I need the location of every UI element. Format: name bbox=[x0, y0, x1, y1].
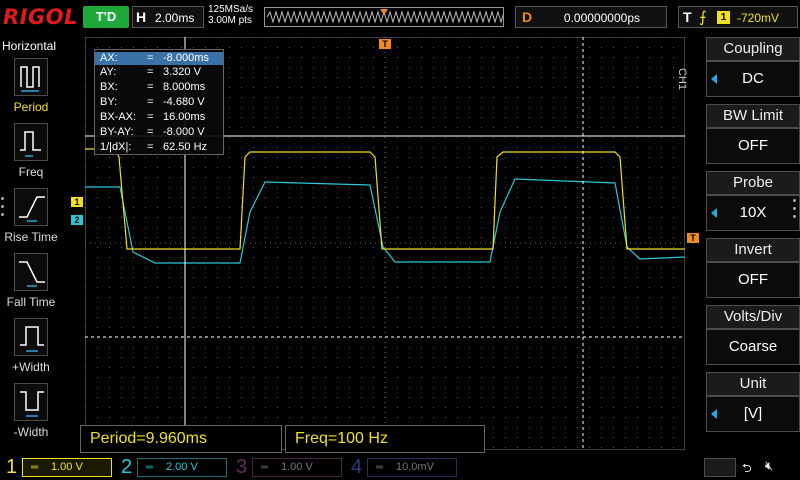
memory-overview-bar[interactable] bbox=[264, 7, 514, 27]
menu-item-label: Period bbox=[13, 100, 49, 114]
dc-coupling-icon: ═ bbox=[261, 462, 269, 473]
timebase-value: 2.00ms bbox=[155, 11, 195, 25]
brand-logo: RIGOL bbox=[3, 5, 78, 29]
menu-item-volts-div[interactable]: Volts/Div Coarse bbox=[706, 305, 800, 367]
menu-item-rise-time[interactable]: Rise Time bbox=[0, 188, 62, 250]
cursor-row: BY-AY: = -8.000 V bbox=[100, 126, 205, 138]
measurement-period[interactable]: Period=9.960ms bbox=[80, 425, 282, 453]
cursor-row: BY: = -4.680 V bbox=[100, 96, 205, 108]
menu-item-unit[interactable]: Unit [V] bbox=[706, 372, 800, 434]
timebase-box[interactable]: H 2.00ms bbox=[132, 6, 204, 28]
channel-number: 3 bbox=[236, 456, 248, 478]
menu-item-value: OFF bbox=[706, 128, 800, 164]
channel-scale-box: ═ 2.00 V bbox=[137, 458, 227, 477]
channel-number: 4 bbox=[351, 456, 363, 478]
trigger-label: T bbox=[683, 9, 692, 25]
menu-item-value: OFF bbox=[706, 262, 800, 298]
positive-width-icon bbox=[14, 318, 48, 356]
channel-scale-box: ═ 1.00 V bbox=[252, 458, 342, 477]
horizontal-measure-menu: Horizontal Period Freq Rise Time Fall Ti… bbox=[0, 36, 62, 454]
channel-scale: 1.00 V bbox=[281, 461, 313, 473]
menu-item-label: -Width bbox=[13, 425, 49, 439]
channel-settings-menu: Coupling DC BW Limit OFF Probe 10X Inver… bbox=[700, 37, 800, 454]
horizontal-label: H bbox=[136, 9, 147, 25]
delay-label: D bbox=[522, 9, 533, 25]
menu-item-label: Rise Time bbox=[4, 230, 58, 244]
period-icon bbox=[14, 58, 48, 96]
dc-coupling-icon: ═ bbox=[31, 462, 39, 473]
menu-item-period[interactable]: Period bbox=[0, 58, 62, 120]
dc-coupling-icon: ═ bbox=[146, 462, 154, 473]
channel-number: 2 bbox=[121, 456, 133, 478]
channel-1-offset-marker[interactable]: 1 bbox=[71, 197, 83, 207]
trigger-source: 1 bbox=[717, 11, 730, 24]
channel-scale-box: ═ 1.00 V bbox=[22, 458, 112, 477]
fall-time-icon bbox=[14, 253, 48, 291]
menu-item-label: +Width bbox=[12, 360, 50, 374]
delay-value: 0.00000000ps bbox=[563, 11, 640, 25]
channel-2-offset-marker[interactable]: 2 bbox=[71, 215, 83, 225]
menu-item-title: Volts/Div bbox=[706, 305, 800, 329]
menu-page-indicator bbox=[793, 199, 797, 229]
rising-edge-icon: ⨍ bbox=[699, 9, 707, 26]
frequency-icon bbox=[14, 123, 48, 161]
menu-item-value: [V] bbox=[706, 396, 800, 432]
menu-item-label: Freq bbox=[18, 165, 44, 179]
menu-item-title: Unit bbox=[706, 372, 800, 396]
channel-scale: 2.00 V bbox=[166, 461, 198, 473]
top-status-bar: RIGOL T'D H 2.00ms 125MSa/s 3.00M pts D … bbox=[0, 0, 800, 36]
menu-item-positive-width[interactable]: +Width bbox=[0, 318, 62, 380]
channel-menu-label: CH1 bbox=[676, 68, 688, 91]
acquisition-info: 125MSa/s 3.00M pts bbox=[208, 4, 253, 26]
rise-time-icon bbox=[14, 188, 48, 226]
trigger-position-marker bbox=[380, 9, 388, 15]
cursor-row: 1/|dX|: = 62.50 Hz bbox=[100, 141, 208, 153]
menu-item-label: Fall Time bbox=[6, 295, 56, 309]
left-arrow-icon bbox=[711, 409, 717, 419]
sample-rate: 125MSa/s bbox=[208, 4, 254, 15]
menu-item-bw-limit[interactable]: BW Limit OFF bbox=[706, 104, 800, 166]
speaker-muted-icon[interactable]: 🔇︎ bbox=[765, 458, 773, 474]
memory-overview-waveform bbox=[266, 9, 514, 24]
menu-item-title: Coupling bbox=[706, 37, 800, 61]
channel-scale: 1.00 V bbox=[51, 461, 83, 473]
menu-item-freq[interactable]: Freq bbox=[0, 123, 62, 185]
channel-status-bar: 1 ═ 1.00 V 2 ═ 2.00 V 3 ═ 1.00 V 4 ═ 10.… bbox=[0, 455, 800, 480]
trigger-level: -720mV bbox=[737, 11, 780, 25]
cursor-row: BX-AX: = 16.00ms bbox=[100, 111, 206, 123]
menu-item-invert[interactable]: Invert OFF bbox=[706, 238, 800, 300]
cursor-row: AY: = 3.320 V bbox=[100, 66, 201, 78]
menu-item-value: Coarse bbox=[706, 329, 800, 365]
menu-title: Horizontal bbox=[2, 39, 57, 53]
memory-depth: 3.00M pts bbox=[208, 15, 252, 26]
menu-item-fall-time[interactable]: Fall Time bbox=[0, 253, 62, 315]
negative-width-icon bbox=[14, 383, 48, 421]
menu-item-title: Invert bbox=[706, 238, 800, 262]
channel-number: 1 bbox=[6, 456, 18, 478]
left-arrow-icon bbox=[711, 74, 717, 84]
dc-coupling-icon: ═ bbox=[376, 462, 384, 473]
cursor-readout-panel: AX: = -8.000ms AY: = 3.320 V BX: = 8.000ms BY:… bbox=[94, 49, 224, 155]
menu-item-coupling[interactable]: Coupling DC bbox=[706, 37, 800, 99]
usb-icon: ⮌ bbox=[742, 461, 752, 475]
measurement-frequency[interactable]: Freq=100 Hz bbox=[285, 425, 485, 453]
cursor-row: AX: = -8.000ms bbox=[95, 52, 223, 65]
cursor-row: BX: = 8.000ms bbox=[100, 81, 206, 93]
channel-scale-box: ═ 10.0mV bbox=[367, 458, 457, 477]
menu-item-title: Probe bbox=[706, 171, 800, 195]
status-decoration bbox=[704, 458, 736, 477]
run-state-badge[interactable]: T'D bbox=[83, 6, 129, 28]
channel-scale: 10.0mV bbox=[396, 461, 434, 473]
menu-item-title: BW Limit bbox=[706, 104, 800, 128]
delay-box[interactable]: D 0.00000000ps bbox=[515, 6, 667, 28]
trigger-box[interactable]: T ⨍ 1 -720mV bbox=[678, 6, 798, 28]
left-arrow-icon bbox=[711, 208, 717, 218]
menu-item-value: 10X bbox=[706, 195, 800, 231]
trigger-level-marker[interactable]: T bbox=[687, 233, 699, 243]
menu-item-negative-width[interactable]: -Width bbox=[0, 383, 62, 445]
menu-item-value: DC bbox=[706, 61, 800, 97]
menu-item-probe[interactable]: Probe 10X bbox=[706, 171, 800, 233]
trigger-position-marker[interactable]: T bbox=[379, 39, 391, 49]
menu-page-indicator bbox=[1, 197, 5, 227]
